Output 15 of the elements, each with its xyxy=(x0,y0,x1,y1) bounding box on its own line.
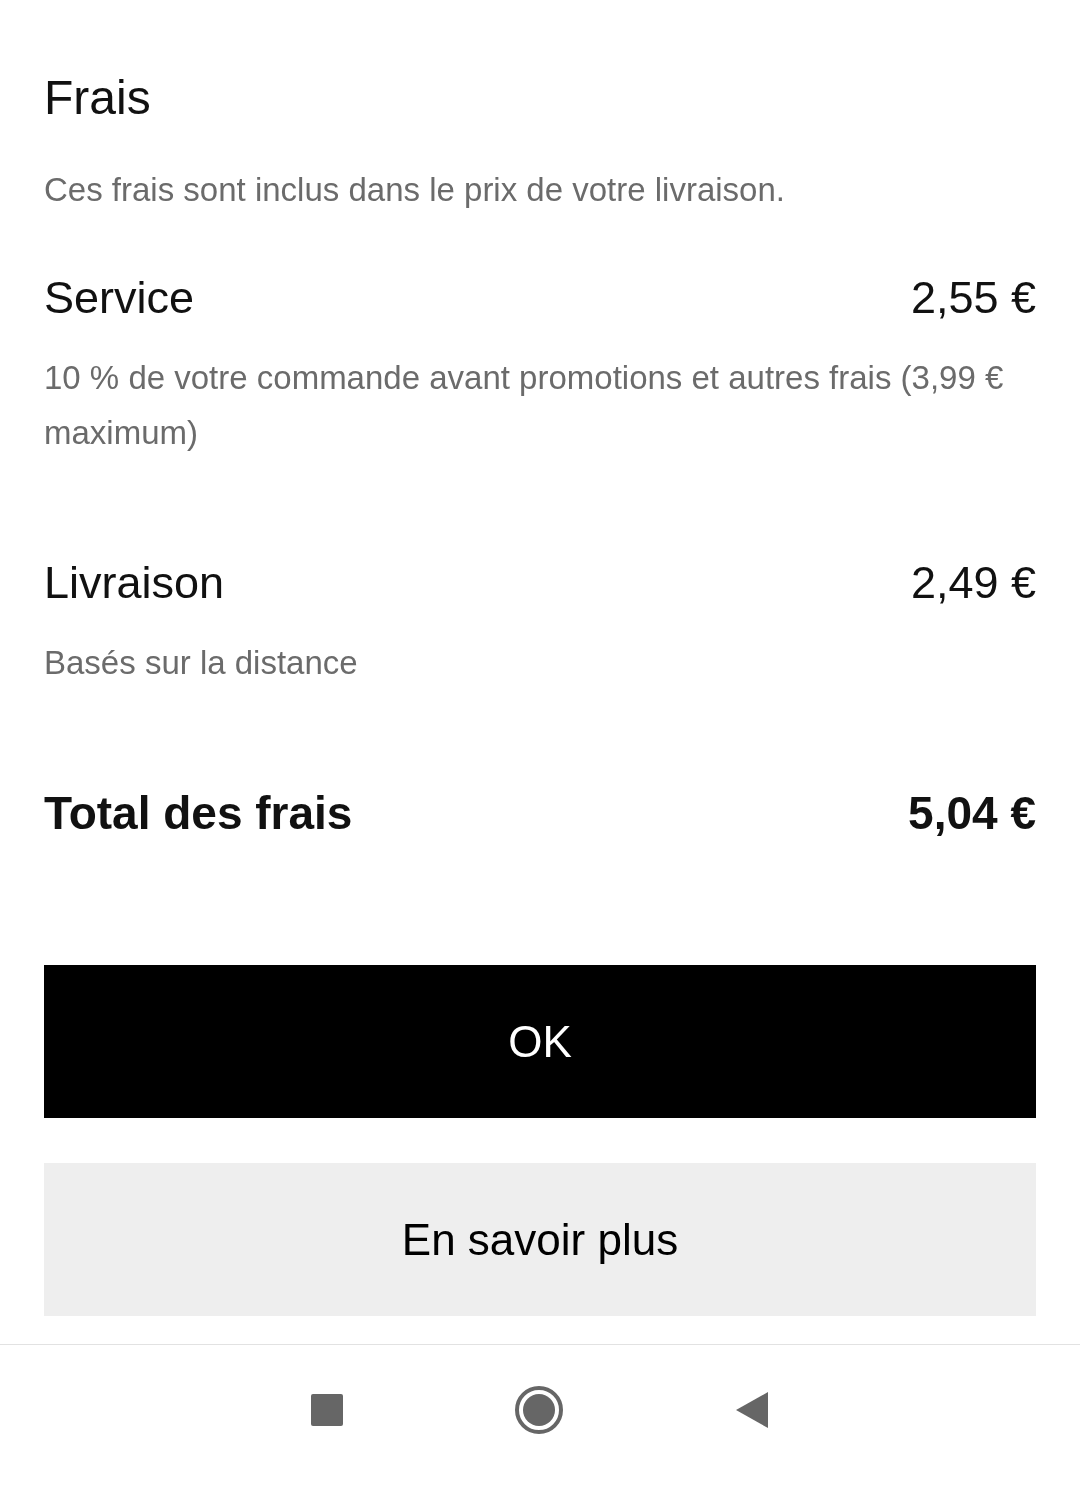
fee-price: 2,49 € xyxy=(910,556,1036,610)
home-icon[interactable] xyxy=(514,1385,564,1435)
back-icon[interactable] xyxy=(734,1390,770,1430)
learn-more-button[interactable]: En savoir plus xyxy=(44,1163,1036,1316)
dialog-title: Frais xyxy=(44,70,152,126)
total-label: Total des frais xyxy=(44,786,353,841)
ok-button[interactable]: OK xyxy=(44,965,1036,1118)
fee-description: Basés sur la distance xyxy=(44,643,359,683)
fee-price: 2,55 € xyxy=(910,271,1036,325)
subtitle: Ces frais sont inclus dans le prix de votre livraison. xyxy=(44,170,786,210)
recents-icon[interactable] xyxy=(310,1393,344,1427)
fee-description: 10 % de votre commande avant promotions et autres frais (3,99 € maximum) xyxy=(44,358,1004,453)
total-price: 5,04 € xyxy=(908,786,1036,841)
fee-label: Livraison xyxy=(44,556,225,610)
fee-label: Service xyxy=(44,271,195,325)
